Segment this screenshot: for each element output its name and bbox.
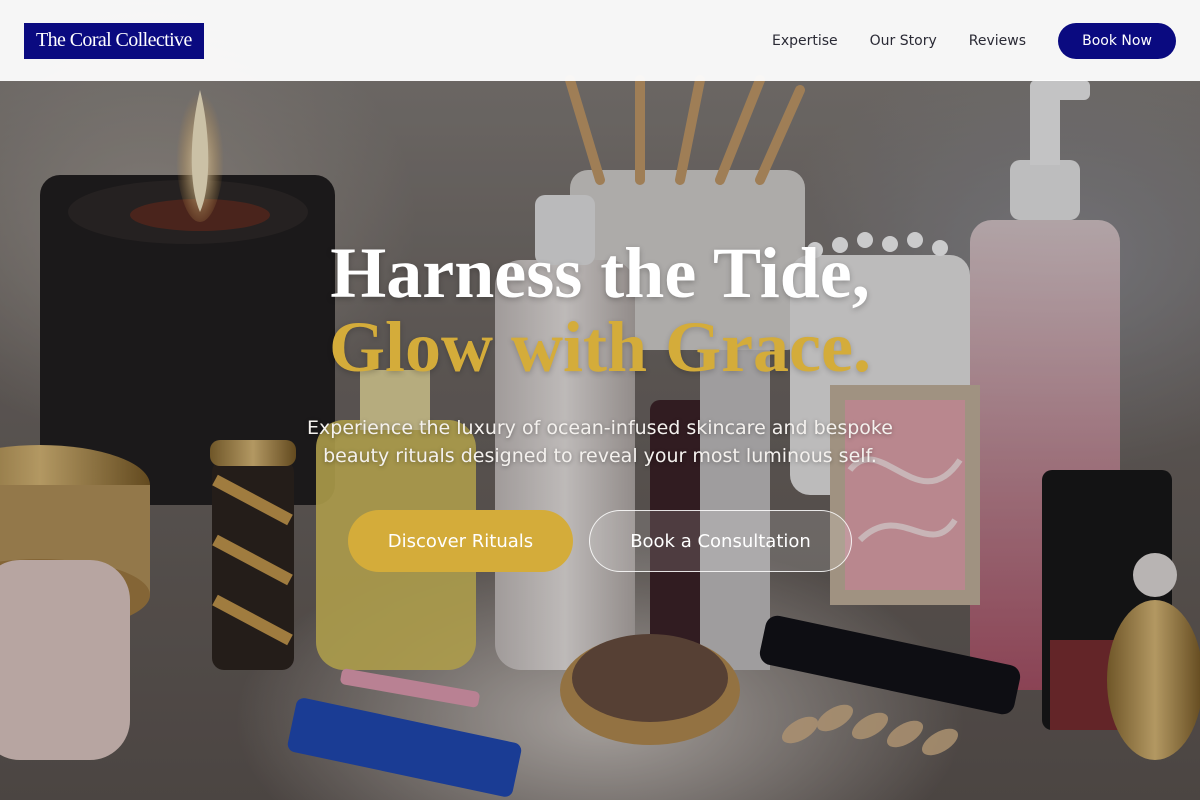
navbar: The Coral Collective Expertise Our Story… <box>0 0 1200 81</box>
book-now-button[interactable]: Book Now <box>1058 22 1176 59</box>
cta-row: Discover Rituals Book a Consultation <box>0 510 1200 572</box>
nav-link-reviews[interactable]: Reviews <box>969 33 1026 49</box>
headline-line-1: Harness the Tide, <box>330 233 870 313</box>
discover-rituals-button[interactable]: Discover Rituals <box>348 510 573 572</box>
brand-logo[interactable]: The Coral Collective <box>24 22 204 59</box>
nav-link-expertise[interactable]: Expertise <box>772 33 838 49</box>
nav-right: Expertise Our Story Reviews Book Now <box>772 22 1176 59</box>
headline-line-2: Glow with Grace. <box>329 307 871 387</box>
book-consultation-button[interactable]: Book a Consultation <box>589 510 852 572</box>
nav-link-our-story[interactable]: Our Story <box>870 33 937 49</box>
hero-subtext: Experience the luxury of ocean-infused s… <box>307 417 893 467</box>
hero-content: Harness the Tide, Glow with Grace. Exper… <box>0 236 1200 572</box>
hero-headline: Harness the Tide, Glow with Grace. <box>0 236 1200 384</box>
